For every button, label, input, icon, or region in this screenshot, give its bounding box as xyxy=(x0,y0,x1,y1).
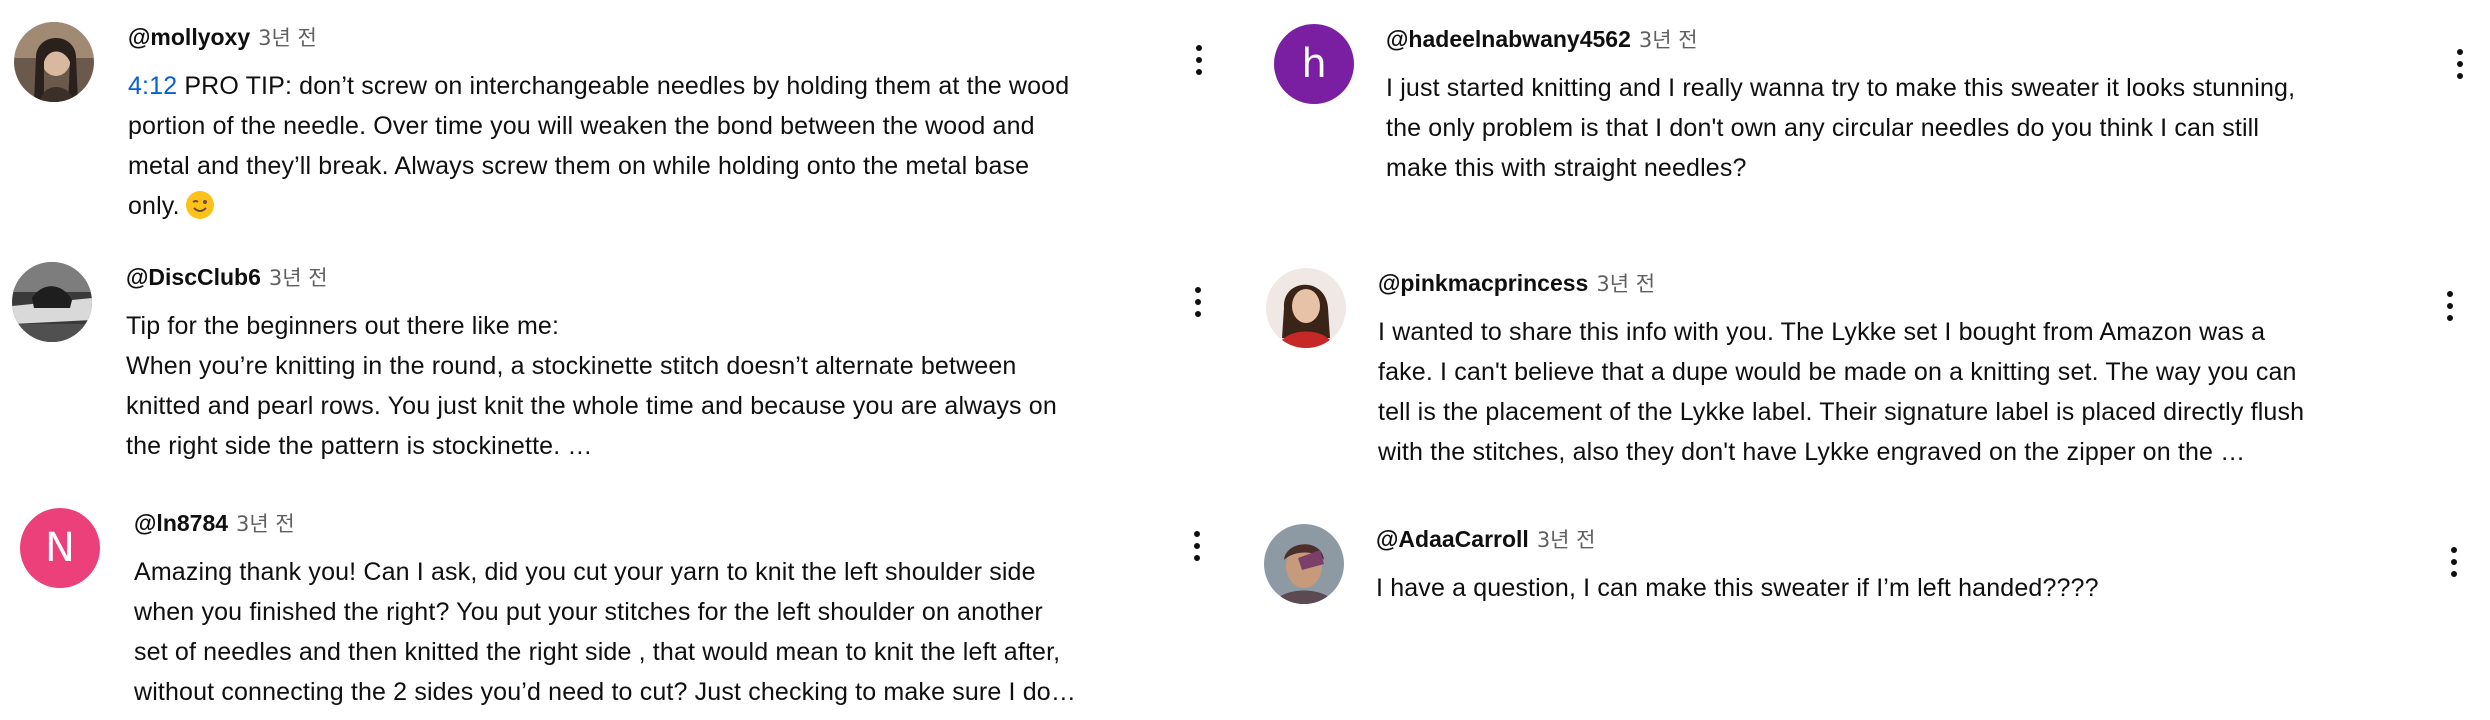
comment-time[interactable]: 3년 전 xyxy=(1639,28,1698,52)
comment-meta: @AdaaCarroll 3년 전 xyxy=(1376,524,1596,558)
comment-line: set of needles and then knitted the righ… xyxy=(134,638,1061,666)
comment-line: make this with straight needles? xyxy=(1386,154,1747,182)
photo-avatar-icon xyxy=(1266,268,1346,348)
author-handle[interactable]: @mollyoxy xyxy=(128,24,250,50)
comment-meta: @ln8784 3년 전 xyxy=(134,508,295,542)
comment-meta: @DiscClub6 3년 전 xyxy=(126,262,328,296)
comment-meta: @pinkmacprincess 3년 전 xyxy=(1378,268,1655,302)
comment-time[interactable]: 3년 전 xyxy=(258,26,317,50)
comment-time[interactable]: 3년 전 xyxy=(236,512,295,536)
comment-line: Tip for the beginners out there like me: xyxy=(126,312,560,340)
more-vert-icon[interactable] xyxy=(1188,282,1208,322)
comment-text: I just started knitting and I really wan… xyxy=(1386,68,2466,188)
photo-avatar-icon xyxy=(12,262,92,342)
comment-line: the right side the pattern is stockinett… xyxy=(126,432,593,460)
avatar[interactable]: N xyxy=(20,508,100,588)
comment-line: tell is the placement of the Lykke label… xyxy=(1378,398,2305,426)
comment-text: Tip for the beginners out there like me:… xyxy=(126,306,1206,466)
author-handle[interactable]: @ln8784 xyxy=(134,510,228,536)
comment-time[interactable]: 3년 전 xyxy=(269,266,328,290)
comment-text: I wanted to share this info with you. Th… xyxy=(1378,312,2478,472)
comment-line: When you’re knitting in the round, a sto… xyxy=(126,352,1017,380)
comment-line: I have a question, I can make this sweat… xyxy=(1376,574,2099,602)
avatar[interactable] xyxy=(14,22,94,102)
author-handle[interactable]: @DiscClub6 xyxy=(126,264,261,290)
video-timestamp-link[interactable]: 4:12 xyxy=(128,72,177,100)
comment-line: metal and they’ll break. Always screw th… xyxy=(128,152,1030,180)
avatar[interactable] xyxy=(12,262,92,342)
comment-line: with the stitches, also they don't have … xyxy=(1378,438,2246,466)
comment-line: the only problem is that I don't own any… xyxy=(1386,114,2260,142)
comment-text: I have a question, I can make this sweat… xyxy=(1376,568,2456,608)
comment-time[interactable]: 3년 전 xyxy=(1596,272,1655,296)
more-vert-icon[interactable] xyxy=(1189,40,1209,80)
author-handle[interactable]: @AdaaCarroll xyxy=(1376,526,1529,552)
comment-line: PRO TIP: don’t screw on interchangeable … xyxy=(177,72,1070,100)
more-vert-icon[interactable] xyxy=(2440,286,2460,326)
avatar-letter: N xyxy=(45,525,75,571)
comment-line: portion of the needle. Over time you wil… xyxy=(128,112,1035,140)
photo-avatar-icon xyxy=(1264,524,1344,604)
avatar-letter: h xyxy=(1301,41,1327,87)
comment-line: fake. I can't believe that a dupe would … xyxy=(1378,358,2297,386)
comment-line: Amazing thank you! Can I ask, did you cu… xyxy=(134,558,1036,586)
wink-emoji xyxy=(185,191,214,219)
comment-line: I just started knitting and I really wan… xyxy=(1386,74,2296,102)
avatar[interactable] xyxy=(1264,524,1344,604)
comment-line: when you finished the right? You put you… xyxy=(134,598,1043,626)
comment-meta: @hadeelnabwany4562 3년 전 xyxy=(1386,24,1698,58)
comment-line: without connecting the 2 sides you’d nee… xyxy=(134,678,1077,706)
comment-meta: @mollyoxy 3년 전 xyxy=(128,22,317,56)
avatar[interactable]: h xyxy=(1274,24,1354,104)
comment-line: I wanted to share this info with you. Th… xyxy=(1378,318,2266,346)
author-handle[interactable]: @hadeelnabwany4562 xyxy=(1386,26,1631,52)
comment-text: Amazing thank you! Can I ask, did you cu… xyxy=(134,552,1214,712)
photo-avatar-icon xyxy=(14,22,94,102)
comment-text: 4:12 PRO TIP: don’t screw on interchange… xyxy=(128,66,1208,226)
avatar[interactable] xyxy=(1266,268,1346,348)
author-handle[interactable]: @pinkmacprincess xyxy=(1378,270,1588,296)
more-vert-icon[interactable] xyxy=(2450,44,2470,84)
comment-line: knitted and pearl rows. You just knit th… xyxy=(126,392,1057,420)
comment-line: only. xyxy=(128,192,180,220)
more-vert-icon[interactable] xyxy=(2444,542,2464,582)
more-vert-icon[interactable] xyxy=(1187,526,1207,566)
comment-time[interactable]: 3년 전 xyxy=(1537,528,1596,552)
